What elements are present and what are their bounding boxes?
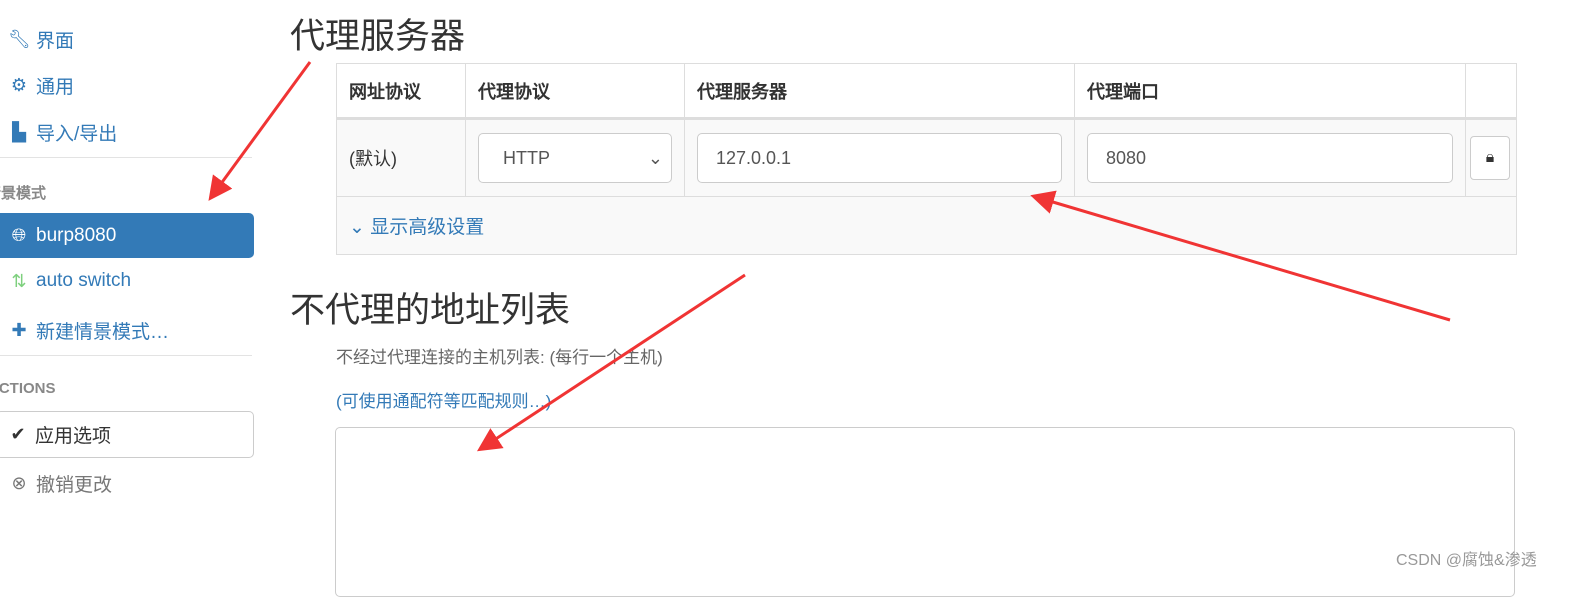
nav-import-export[interactable]: ▙ 导入/导出 (8, 119, 117, 146)
divider (0, 355, 252, 356)
proxy-table: 网址协议 代理协议 代理服务器 代理端口 (默认) HTTP ⌄ 127.0.0.… (336, 63, 1517, 255)
divider (0, 157, 252, 158)
gear-icon: ⚙ (10, 75, 28, 95)
plus-icon: ✚ (11, 320, 27, 340)
port-input[interactable]: 8080 (1087, 133, 1453, 183)
wrench-icon: 🔧︎ (8, 29, 31, 49)
discard-button[interactable]: ⊗ 撤销更改 (8, 470, 112, 497)
new-profile[interactable]: ✚ 新建情景模式… (8, 317, 169, 344)
profiles-header: 情景模式 (0, 185, 47, 202)
col-server: 代理服务器 (684, 63, 1075, 120)
apply-button[interactable]: ✔ 应用选项 (0, 411, 254, 458)
bypass-title: 不代理的地址列表 (290, 291, 571, 330)
col-port: 代理端口 (1074, 63, 1466, 120)
wildcard-link[interactable]: (可使用通配符等匹配规则…) (336, 387, 551, 412)
x-circle-icon: ⊗ (11, 473, 27, 493)
globe-icon: 🌐︎ (11, 225, 27, 245)
proxy-title: 代理服务器 (290, 17, 466, 56)
profile-burp8080[interactable]: 🌐︎ burp8080 (0, 213, 254, 258)
col-scheme: 网址协议 (336, 63, 466, 120)
save-icon: ▙ (12, 122, 26, 142)
lock-button[interactable]: 🔒︎ (1470, 136, 1510, 180)
nav-general[interactable]: ⚙ 通用 (8, 72, 74, 99)
check-circle-icon: ✔ (10, 424, 26, 444)
bypass-list-textarea[interactable] (335, 427, 1515, 597)
bypass-description: 不经过代理连接的主机列表: (每行一个主机) (336, 348, 663, 367)
chevron-down-icon: ⌄ (647, 147, 663, 168)
chevron-down-icon: ⌄ (349, 217, 371, 238)
retweet-icon: ⇅ (11, 270, 27, 291)
nav-interface[interactable]: 🔧︎ 界面 (8, 26, 74, 53)
profile-auto-switch[interactable]: ⇅ auto switch (8, 270, 131, 292)
scheme-cell: (默认) (336, 118, 466, 197)
arrow (208, 61, 312, 201)
server-input[interactable]: 127.0.0.1 (697, 133, 1062, 183)
actions-header: ACTIONS (0, 380, 56, 397)
lock-icon: 🔒︎ (1485, 149, 1495, 166)
watermark: CSDN @腐蚀&渗透 (1396, 552, 1537, 569)
protocol-select[interactable]: HTTP ⌄ (478, 133, 672, 183)
col-protocol: 代理协议 (465, 63, 685, 120)
advanced-toggle[interactable]: ⌄ 显示高级设置 (336, 196, 1517, 255)
